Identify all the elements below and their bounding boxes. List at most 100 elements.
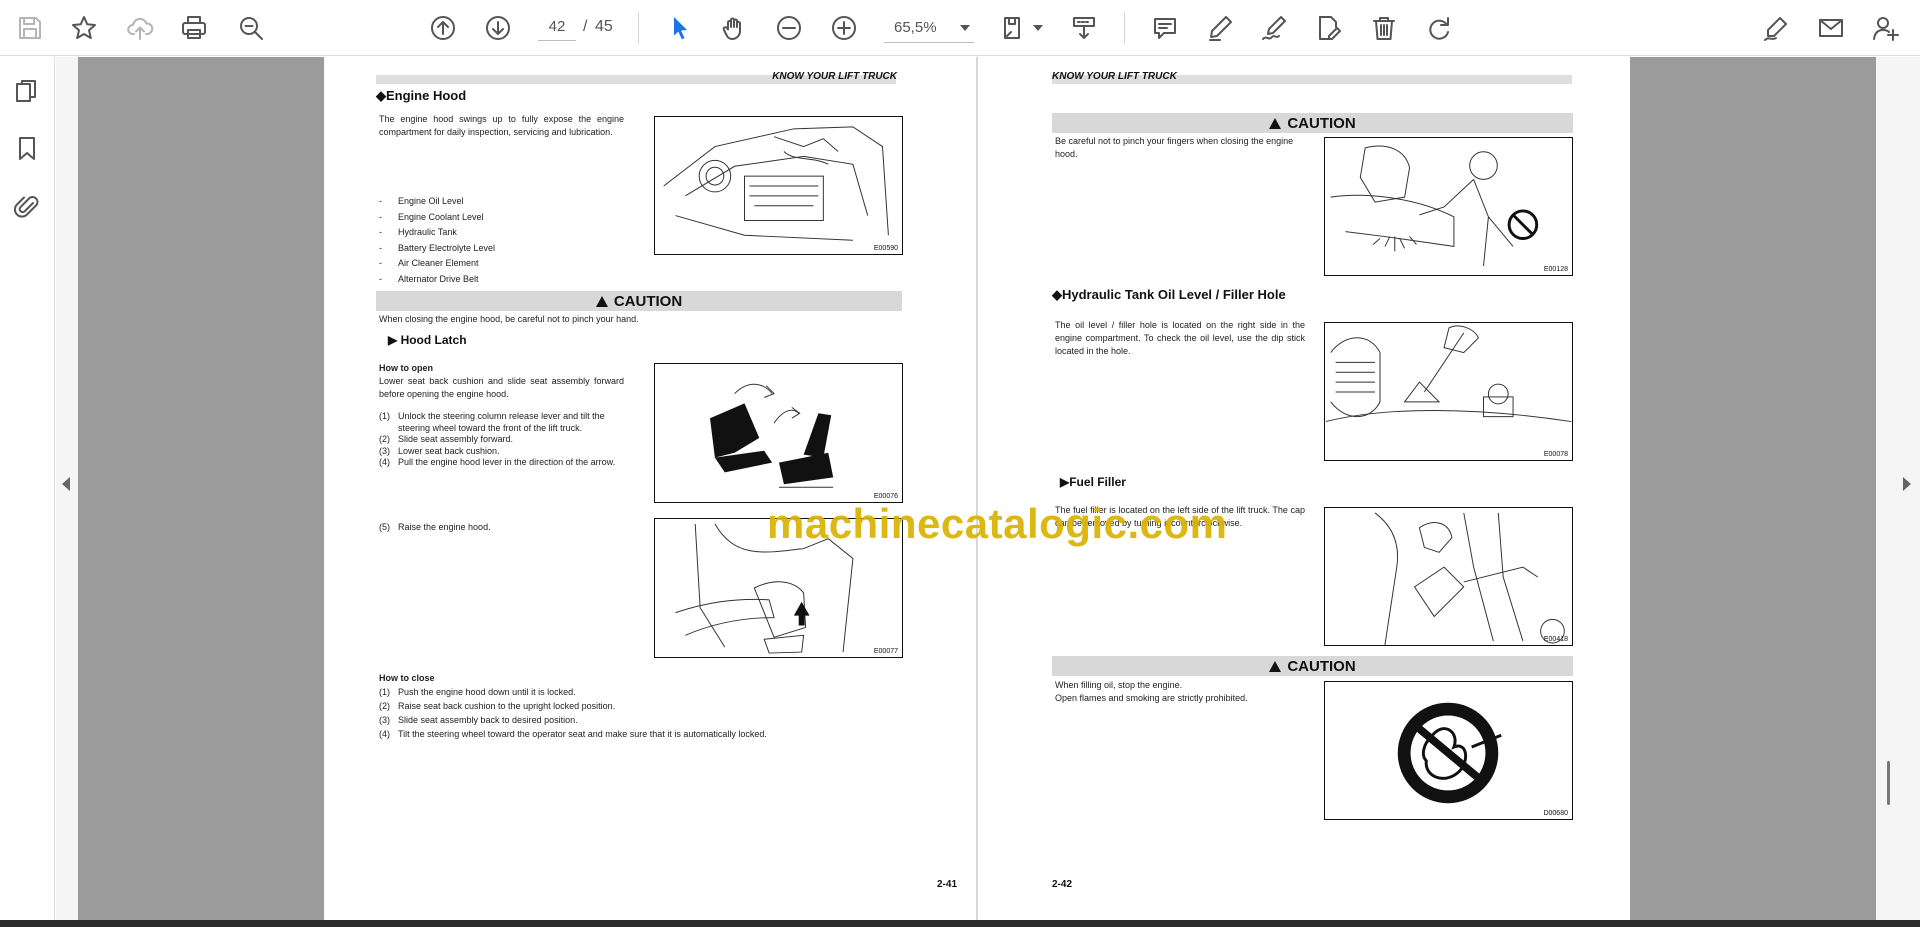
- arrow-up-circle-icon[interactable]: [425, 10, 461, 46]
- step-text: Engine Oil Level: [398, 196, 464, 206]
- collapse-right-icon[interactable]: [1903, 477, 1911, 491]
- hydraulic-title: ◆Hydraulic Tank Oil Level / Filler Hole: [1052, 287, 1286, 302]
- plus-circle-icon[interactable]: [826, 10, 862, 46]
- step-number: -: [379, 227, 382, 237]
- figure-code: D00680: [1543, 810, 1568, 817]
- step-text: Engine Coolant Level: [398, 211, 484, 222]
- draw-icon[interactable]: [1256, 10, 1292, 46]
- cloud-upload-icon[interactable]: [122, 10, 158, 46]
- figure-code: E00077: [873, 648, 898, 655]
- save-icon[interactable]: [12, 10, 48, 46]
- page-number: 2-41: [937, 879, 958, 890]
- page-2-42: KNOW YOUR LIFT TRUCK CAUTION Be careful …: [978, 57, 1630, 920]
- step-text: Raise the engine hood.: [398, 522, 491, 532]
- page-2-41: KNOW YOUR LIFT TRUCK ◆Engine Hood The en…: [325, 57, 977, 920]
- add-user-icon[interactable]: [1868, 10, 1904, 46]
- figure-code: E00128: [1543, 266, 1568, 273]
- caution-2-line-1: When filling oil, stop the engine.: [1055, 680, 1183, 690]
- scrollbar-thumb[interactable]: [1887, 761, 1890, 805]
- caution-text-1: Be careful not to pinch your fingers whe…: [1055, 136, 1294, 159]
- scroll-mode-icon[interactable]: [1066, 10, 1102, 46]
- page-number-input[interactable]: [538, 13, 576, 41]
- toolbar: / 45 65,5%: [0, 0, 1920, 56]
- step-text: Alternator Drive Belt: [398, 273, 479, 284]
- mail-icon[interactable]: [1813, 10, 1849, 46]
- step-text: Slide seat assembly forward.: [398, 434, 514, 444]
- cursor-icon[interactable]: [662, 10, 698, 46]
- caution-label: CAUTION: [613, 292, 683, 310]
- step-number: (2): [379, 434, 390, 444]
- no-flame-icon: [1397, 702, 1502, 804]
- figure-oil-filler: E00078: [1324, 322, 1573, 461]
- step-text: Lower seat back cushion.: [398, 445, 500, 456]
- zoom-select[interactable]: 65,5%: [884, 13, 974, 43]
- navigation-panel: [0, 57, 55, 920]
- pages-icon[interactable]: [11, 75, 43, 107]
- sign-icon[interactable]: [1758, 10, 1794, 46]
- page-header: KNOW YOUR LIFT TRUCK: [1052, 71, 1177, 82]
- page-gutter-right: [1628, 57, 1876, 920]
- step-number: -: [379, 196, 382, 206]
- figure-code: E00078: [1543, 451, 1568, 458]
- figure-fuel-filler: E00418: [1324, 507, 1573, 646]
- step-number: -: [379, 273, 382, 284]
- arrow-down-circle-icon[interactable]: [480, 10, 516, 46]
- warning-icon: [1269, 660, 1282, 672]
- figure-seat-adjust: E00076: [654, 363, 903, 503]
- document-viewport[interactable]: KNOW YOUR LIFT TRUCK ◆Engine Hood The en…: [56, 57, 1920, 920]
- caution-text: When closing the engine hood, be careful…: [379, 314, 639, 324]
- trash-icon[interactable]: [1366, 10, 1402, 46]
- step-number: (1): [379, 411, 390, 421]
- hand-icon[interactable]: [716, 10, 752, 46]
- step-text: steering wheel toward the front of the l…: [398, 422, 583, 433]
- step-number: -: [379, 258, 382, 268]
- paperclip-icon[interactable]: [11, 190, 43, 222]
- bottom-strip: [0, 920, 1920, 927]
- collapse-left-icon[interactable]: [62, 477, 70, 491]
- zoom-search-icon[interactable]: [233, 10, 269, 46]
- pinch-warning-illustration: [1330, 145, 1539, 267]
- step-text: Raise seat back cushion to the upright l…: [398, 701, 616, 711]
- fit-chevron-icon[interactable]: [1033, 25, 1043, 31]
- print-icon[interactable]: [176, 10, 212, 46]
- step-number: -: [379, 211, 382, 222]
- page-separator: /: [583, 18, 588, 35]
- toolbar-divider: [638, 12, 639, 44]
- how-to-close-title: How to close: [379, 673, 435, 683]
- step-text: Pull the engine hood lever in the direct…: [398, 457, 616, 467]
- page-number: 2-42: [1052, 879, 1073, 890]
- page-header: KNOW YOUR LIFT TRUCK: [772, 71, 897, 82]
- fuel-filler-title: ▶Fuel Filler: [1060, 475, 1126, 489]
- step-text: Push the engine hood down until it is lo…: [398, 687, 576, 697]
- step-number: (3): [379, 445, 390, 456]
- comment-icon[interactable]: [1147, 10, 1183, 46]
- step-number: (5): [379, 522, 390, 532]
- minus-circle-icon[interactable]: [771, 10, 807, 46]
- step-number: (2): [379, 701, 390, 711]
- step-text: Unlock the steering column release lever…: [398, 411, 605, 421]
- step-text: Battery Electrolyte Level: [398, 242, 496, 253]
- figure-code: E00418: [1543, 636, 1568, 643]
- hood-latch-title: ▶ Hood Latch: [388, 333, 467, 347]
- step-number: -: [379, 242, 382, 253]
- star-icon[interactable]: [66, 10, 102, 46]
- caution-2-line-2: Open flames and smoking are strictly pro…: [1055, 693, 1248, 703]
- step-number: (4): [379, 457, 390, 467]
- bookmark-icon[interactable]: [11, 132, 43, 164]
- step-text: Tilt the steering wheel toward the opera…: [398, 729, 767, 739]
- caution-label: CAUTION: [1287, 657, 1356, 675]
- step-text: Slide seat assembly back to desired posi…: [398, 715, 578, 725]
- pen-icon[interactable]: [1202, 10, 1238, 46]
- edit-icon[interactable]: [1311, 10, 1347, 46]
- warning-icon: [1269, 117, 1282, 129]
- how-to-open-title: How to open: [379, 363, 433, 373]
- step-number: (1): [379, 687, 390, 697]
- redo-icon[interactable]: [1421, 10, 1457, 46]
- hydraulic-text: The oil level / filler hole is located o…: [1055, 320, 1305, 356]
- engine-compartment-illustration: [663, 126, 889, 241]
- figure-pinch-warning: E00128: [1324, 137, 1573, 276]
- fuel-filler-illustration: [1374, 512, 1565, 645]
- oil-filler-illustration: [1325, 325, 1572, 423]
- figure-engine-compartment: E00590: [654, 116, 903, 255]
- fit-page-icon[interactable]: [996, 10, 1032, 46]
